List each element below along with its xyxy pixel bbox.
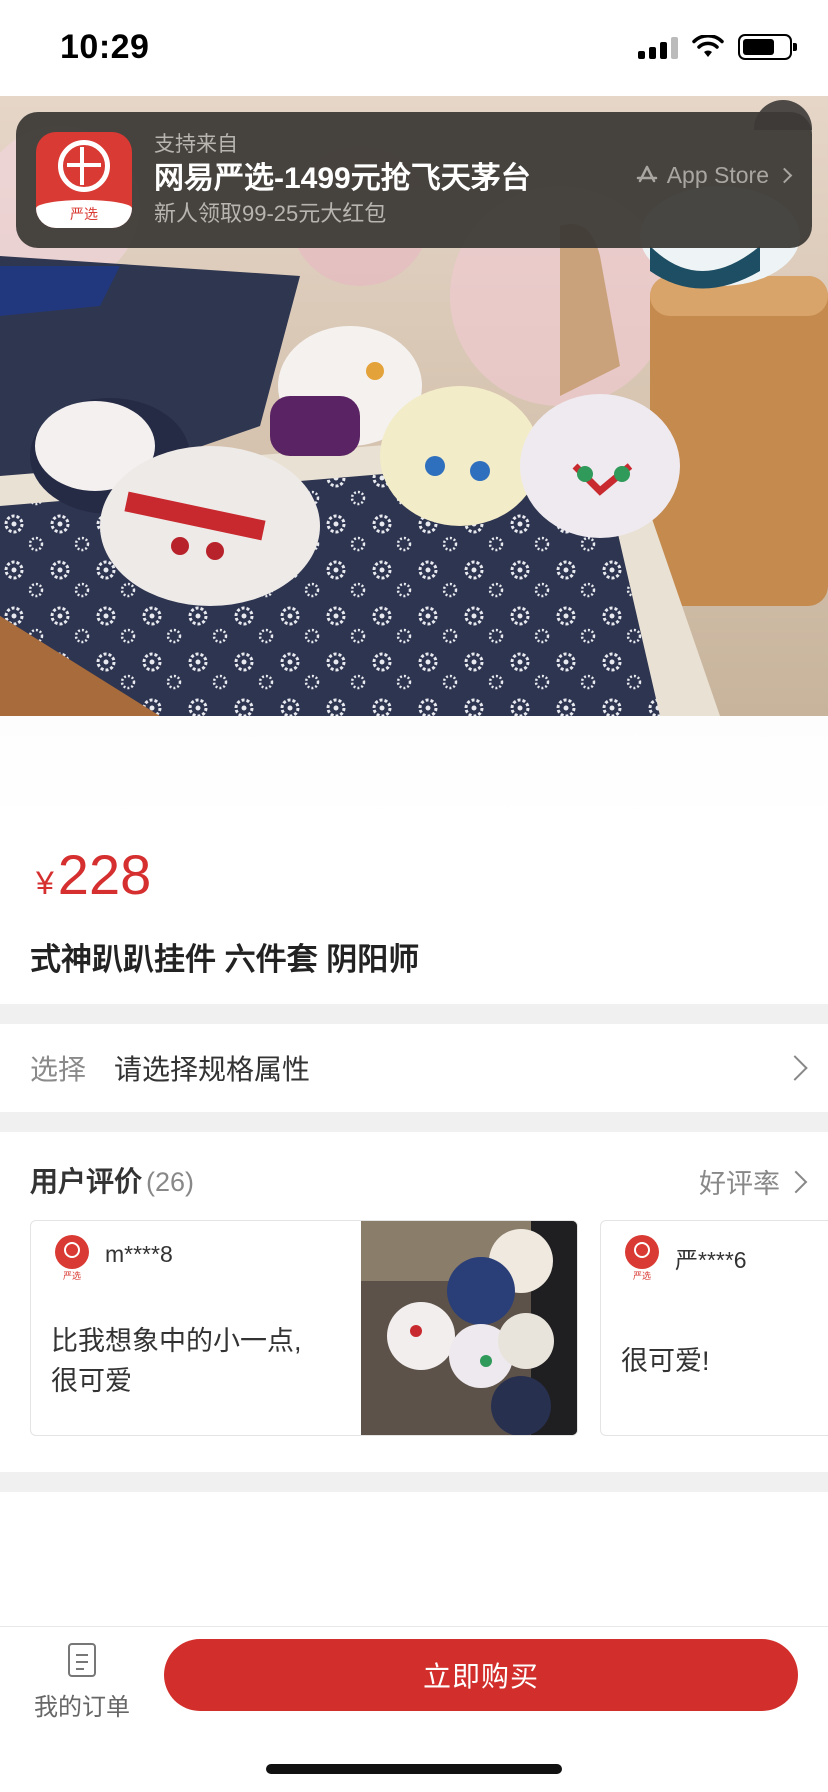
wifi-icon [692, 35, 724, 57]
review-card[interactable]: 严选 m****8 比我想象中的小一点, 很可爱 [30, 1220, 578, 1436]
review-user: m****8 [105, 1241, 173, 1267]
product-title: 式神趴趴挂件 六件套 阴阳师 [30, 942, 420, 977]
avatar: 严选 [51, 1235, 93, 1281]
review-text: 比我想象中的小一点, [51, 1326, 302, 1356]
chevron-right-icon [784, 1170, 808, 1194]
app-download-banner[interactable]: 严选 支持来自 网易严选-1499元抢飞天茅台 新人领取99-25元大红包 Ap… [16, 100, 812, 248]
app-store-icon [636, 165, 657, 182]
chevron-right-icon [782, 1055, 808, 1081]
status-time: 10:29 [60, 28, 150, 66]
section-divider [0, 1472, 828, 1492]
home-indicator [266, 1764, 562, 1774]
review-text: 很可爱! [621, 1346, 710, 1376]
section-divider [0, 1112, 828, 1132]
buy-now-button[interactable]: 立即购买 [164, 1639, 798, 1711]
orders-label: 我的订单 [34, 1694, 130, 1721]
avatar: 严选 [621, 1235, 663, 1281]
banner-title: 网易严选-1499元抢飞天茅台 [154, 162, 531, 195]
status-bar: 10:29 [0, 0, 828, 96]
app-store-label: App Store [666, 162, 769, 188]
my-orders-button[interactable]: 我的订单 [30, 1643, 134, 1722]
review-text-line2: 很可爱 [51, 1366, 132, 1396]
reviews-rate-link[interactable]: 好评率 [699, 1162, 780, 1201]
reviews-title-text: 用户评价 [30, 1166, 143, 1197]
signal-icon [638, 35, 678, 59]
status-icons [638, 34, 797, 60]
chevron-right-icon [776, 167, 793, 184]
orders-icon [68, 1643, 96, 1677]
app-store-link[interactable]: App Store [635, 162, 793, 189]
spec-label: 选择 [30, 1054, 87, 1085]
banner-text: 支持来自 网易严选-1499元抢飞天茅台 新人领取99-25元大红包 [154, 131, 531, 229]
price: ¥ 228 [36, 842, 151, 907]
reviews-title[interactable]: 用户评价 (26) [30, 1160, 194, 1200]
banner-subtitle: 新人领取99-25元大红包 [154, 201, 387, 226]
price-section: ¥ 228 式神趴趴挂件 六件套 阴阳师 [0, 716, 828, 1004]
price-currency: ¥ [36, 865, 54, 901]
section-divider [0, 1004, 828, 1024]
spec-value: 请选择规格属性 [114, 1054, 311, 1085]
app-logo: 严选 [36, 132, 132, 228]
battery-icon [738, 34, 797, 60]
reviews-count: (26) [146, 1167, 195, 1197]
spec-selector[interactable]: 选择 请选择规格属性 [0, 1024, 828, 1112]
banner-source-label: 支持来自 [154, 133, 238, 156]
review-photo[interactable] [361, 1221, 577, 1435]
review-card[interactable]: 严选 严****6 很可爱! [600, 1220, 828, 1436]
price-value: 228 [57, 843, 152, 906]
review-user: 严****6 [675, 1247, 747, 1273]
reviews-section: 用户评价 (26) 好评率 严选 m****8 比我想象中的小一点, 很可爱 严… [0, 1132, 828, 1472]
